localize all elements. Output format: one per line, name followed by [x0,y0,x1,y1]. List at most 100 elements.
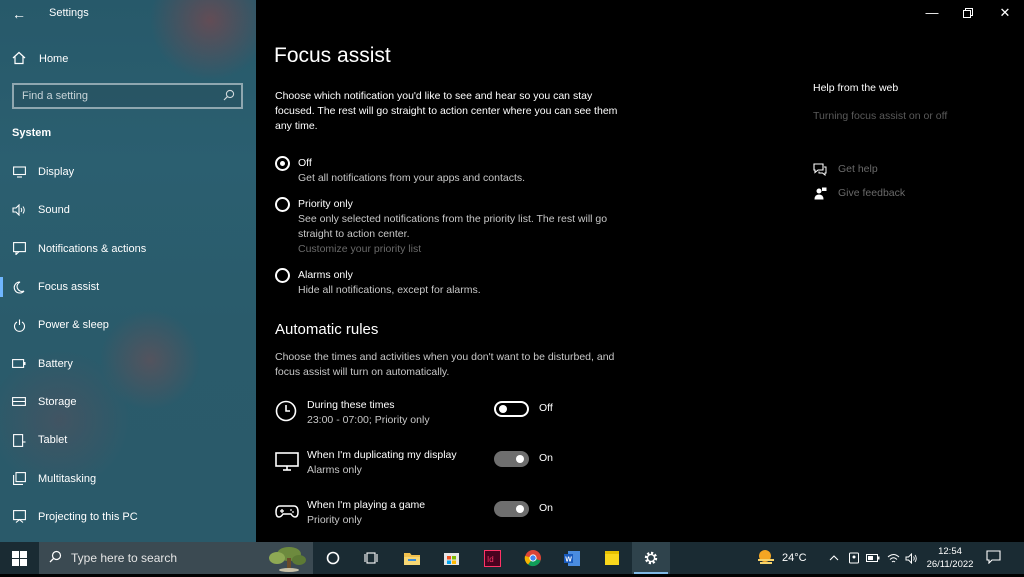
restore-icon[interactable] [958,5,978,21]
page-title: Focus assist [274,44,391,67]
volume-icon[interactable] [903,542,919,574]
sidebar-item-battery[interactable]: Battery [0,344,256,382]
find-setting-search[interactable] [12,83,243,109]
cortana-icon[interactable] [314,542,352,574]
word-icon[interactable]: W [553,542,591,574]
meet-now-icon[interactable] [846,542,862,574]
option-label: Alarms only [298,269,353,281]
search-icon[interactable] [223,89,235,101]
search-highlight-image [255,544,309,572]
clock[interactable]: 12:54 26/11/2022 [922,545,978,571]
sticky-notes-icon[interactable] [593,542,631,574]
sidebar-item-label: Sound [38,204,70,217]
search-input[interactable] [22,88,217,104]
option-alarms-only[interactable]: Alarms only Hide all notifications, exce… [275,268,638,298]
minimize-icon[interactable]: — [922,5,942,20]
toggle-state: On [539,502,554,514]
main-content: — ✕ Focus assist Choose which notificati… [256,0,1024,542]
weather-widget[interactable]: 24°C [756,542,807,574]
rule-subtitle: Alarms only [307,464,362,476]
home-label: Home [39,53,69,65]
rule-playing-game[interactable]: When I'm playing a game Priority only On [275,499,695,531]
clock-date: 26/11/2022 [926,559,974,570]
page-description: Choose which notification you'd like to … [275,90,618,132]
chevron-up-icon[interactable] [826,542,842,574]
clock-icon [275,400,299,422]
rule-title: During these times [307,399,395,411]
toggle-state: Off [539,402,553,414]
toggle-switch[interactable] [494,501,529,517]
sidebar-item-multitasking[interactable]: Multitasking [0,459,256,497]
microsoft-store-icon[interactable] [432,542,470,574]
toggle-state: On [539,452,554,464]
sidebar-item-notifications[interactable]: Notifications & actions [0,230,256,268]
rule-during-times[interactable]: During these times 23:00 - 07:00; Priori… [275,399,695,431]
option-description: See only selected notifications from the… [298,213,608,240]
get-help-label: Get help [838,163,878,175]
toggle-switch[interactable] [494,451,529,467]
radio-alarms-only[interactable] [275,268,290,283]
taskbar-search-input[interactable] [71,551,251,565]
notifications-icon [12,242,26,256]
windows-start-icon[interactable] [0,542,38,574]
wifi-icon[interactable] [885,542,901,574]
taskbar-search[interactable] [39,542,313,574]
rule-duplicating-display[interactable]: When I'm duplicating my display Alarms o… [275,449,695,481]
battery-tray-icon[interactable] [865,542,881,574]
app-title: Settings [49,7,89,19]
toggle-switch[interactable] [494,401,529,417]
radio-priority-only[interactable] [275,197,290,212]
rule-title: When I'm playing a game [307,499,426,511]
monitor-icon [275,450,299,472]
sidebar-item-label: Storage [38,395,77,408]
sidebar-item-power-sleep[interactable]: Power & sleep [0,306,256,344]
battery-icon [12,357,26,371]
home-icon [12,51,26,68]
chrome-icon[interactable] [514,542,552,574]
weather-temperature: 24°C [782,552,807,564]
automatic-rules-heading: Automatic rules [275,321,379,338]
sidebar-item-label: Power & sleep [38,319,109,332]
title-bar: ← Settings [0,0,256,28]
get-help-link[interactable]: Get help [813,162,878,176]
sidebar-item-projecting[interactable]: Projecting to this PC [0,498,256,536]
action-center-icon[interactable] [986,550,1002,566]
option-priority-only[interactable]: Priority only See only selected notifica… [275,197,638,257]
file-explorer-icon[interactable] [393,542,431,574]
back-arrow-icon[interactable]: ← [10,5,28,23]
sound-icon [12,203,26,217]
sidebar: ← Settings Home System Display Sound [0,0,256,542]
sidebar-item-label: Battery [38,357,73,370]
rule-subtitle: 23:00 - 07:00; Priority only [307,414,430,426]
sidebar-item-sound[interactable]: Sound [0,191,256,229]
close-icon[interactable]: ✕ [995,5,1015,21]
clock-time: 12:54 [938,546,962,557]
home-link[interactable]: Home [12,50,68,68]
option-description: Get all notifications from your apps and… [298,172,526,184]
sidebar-item-tablet[interactable]: Tablet [0,421,256,459]
sidebar-item-display[interactable]: Display [0,153,256,191]
sidebar-item-label: Tablet [38,434,68,447]
indesign-icon[interactable]: Id [473,542,511,574]
give-feedback-label: Give feedback [838,187,906,199]
projecting-icon [12,510,26,524]
help-link[interactable]: Turning focus assist on or off [813,110,947,122]
option-label: Off [298,157,312,169]
radio-off[interactable] [275,156,290,171]
taskbar: Id W 24°C 12:54 26/11/2022 [0,542,1024,574]
option-description: Hide all notifications, except for alarm… [298,284,481,296]
tablet-icon [12,433,26,447]
customize-priority-link[interactable]: Customize your priority list [298,242,638,257]
rule-subtitle: Priority only [307,514,362,526]
sidebar-item-focus-assist[interactable]: Focus assist [0,268,256,306]
task-view-icon[interactable] [352,542,390,574]
settings-gear-icon[interactable] [632,542,670,574]
search-icon [49,550,62,566]
give-feedback-link[interactable]: Give feedback [813,186,905,200]
gamepad-icon [275,500,299,522]
section-heading-system: System [12,127,52,139]
sidebar-item-storage[interactable]: Storage [0,383,256,421]
option-off[interactable]: Off Get all notifications from your apps… [275,156,638,186]
moon-icon [12,280,26,294]
multitasking-icon [12,472,26,486]
